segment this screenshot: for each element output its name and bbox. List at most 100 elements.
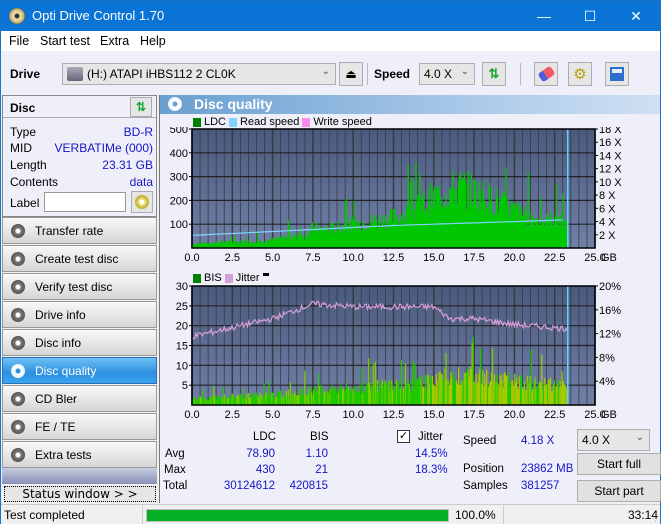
ldc-max-value: 430 (255, 464, 275, 476)
disc-gear-icon (11, 335, 25, 350)
ldc-total-value: 30124612 (223, 480, 275, 492)
nav-verify-test-disc[interactable]: Verify test disc (2, 273, 157, 300)
x-tick-label: 5.0 (265, 252, 280, 262)
nav-drive-info[interactable]: Drive info (2, 301, 157, 328)
y-tick-label: 300 (170, 172, 188, 184)
nav-transfer-rate[interactable]: Transfer rate (2, 217, 157, 244)
menu-help[interactable]: Help (140, 34, 166, 48)
x-tick-label: 17.5 (463, 252, 484, 262)
jitter-label: Jitter (418, 431, 443, 443)
disc-label-button[interactable] (131, 191, 153, 213)
x-tick-label: 5.0 (265, 409, 280, 421)
app-disc-icon (9, 8, 25, 24)
menu-extra[interactable]: Extra (100, 34, 129, 48)
jitter-checkbox[interactable]: ✓ (397, 430, 410, 443)
speed-label: Speed (463, 435, 497, 447)
y2-tick-label: 6 X (599, 203, 616, 215)
disc-contents-label: Contents (10, 175, 59, 189)
start-part-button[interactable]: Start part (577, 480, 661, 502)
nav-label: Drive info (35, 307, 86, 322)
jitter-avg-value: 14.5% (415, 448, 448, 460)
speed-label: Speed (374, 67, 411, 81)
y-tick-label: 15 (176, 341, 188, 353)
minimize-button[interactable]: — (521, 1, 567, 31)
ldc-legend-swatch (193, 117, 201, 127)
chevron-down-icon: ⌄ (321, 66, 330, 77)
bis-column-header: BIS (310, 431, 329, 443)
menu-file[interactable]: File (9, 34, 29, 48)
floppy-save-icon (610, 67, 624, 81)
test-speed-select[interactable]: 4.0 X ⌄ (577, 429, 650, 451)
nav-label: Disc quality (35, 363, 97, 378)
maximize-button[interactable]: ☐ (567, 1, 613, 31)
disc-gear-icon (11, 251, 25, 266)
x-tick-label: 0.0 (184, 252, 199, 262)
bis-jitter-chart: 30 25 20 15 10 5 20% 16% 12% 8% 4% 0.0 2.5 5.0 7.5 10.0… (176, 282, 621, 421)
speed-select[interactable]: 4.0 X ⌄ (419, 63, 475, 85)
nav-disc-quality[interactable]: Disc quality (2, 357, 157, 384)
refresh-button[interactable]: ⇅ (482, 62, 506, 86)
y2-tick-label: 20% (599, 282, 621, 293)
disc-type-value: BD-R (123, 125, 153, 139)
disc-gear-icon (11, 419, 25, 434)
disc-gear-icon (11, 307, 25, 322)
max-label: Max (164, 464, 186, 476)
chevron-down-icon: ⌄ (635, 432, 644, 443)
disc-mid-label: MID (10, 141, 32, 155)
disc-gear-icon (11, 223, 25, 238)
y-tick-label: 400 (170, 148, 188, 160)
x-tick-label: 12.5 (383, 252, 404, 262)
y-tick-label: 500 (170, 127, 188, 136)
disc-label-label: Label (10, 196, 40, 210)
close-button[interactable]: ✕ (613, 1, 659, 31)
menu-start-test[interactable]: Start test (40, 34, 90, 48)
bis-total-value: 420815 (289, 480, 328, 492)
nav-cd-bler[interactable]: CD Bler (2, 385, 157, 412)
disc-label-input[interactable] (44, 192, 126, 212)
disc-gear-icon (11, 447, 25, 462)
toolbar: Drive (H:) ATAPI iHBS112 2 CL0K ⌄ ⏏ Spee… (1, 51, 660, 95)
status-window-button[interactable]: Status window > > (4, 486, 156, 502)
x-tick-label: 20.0 (504, 252, 525, 262)
y2-tick-label: 8 X (599, 190, 616, 202)
drive-select[interactable]: (H:) ATAPI iHBS112 2 CL0K ⌄ (62, 63, 336, 85)
disc-header-label: Disc (10, 101, 36, 115)
ldc-avg-value: 78.90 (246, 448, 275, 460)
y-tick-label: 200 (170, 195, 188, 207)
status-text: Test completed (4, 508, 85, 522)
test-speed-select-value: 4.0 X (582, 433, 611, 447)
nav-extra-tests[interactable]: Extra tests (2, 441, 157, 468)
app-window: Opti Drive Control 1.70 — ☐ ✕ File Start… (0, 0, 661, 524)
y-tick-label: 30 (176, 282, 188, 293)
disc-quality-icon (168, 97, 182, 111)
nav-create-test-disc[interactable]: Create test disc (2, 245, 157, 272)
y-tick-label: 20 (176, 321, 188, 333)
y2-tick-label: 16 X (599, 137, 622, 149)
x-tick-label: 15.0 (423, 252, 444, 262)
status-divider (142, 505, 143, 524)
eject-button[interactable]: ⏏ (339, 62, 363, 86)
y-tick-label: 25 (176, 301, 188, 313)
write-speed-legend-swatch (302, 117, 311, 127)
settings-button[interactable]: ⚙ (568, 62, 592, 86)
disc-type-row: Type BD-R (10, 125, 153, 141)
read-speed-legend-swatch (229, 117, 238, 127)
nav-label: Disc info (35, 335, 82, 350)
start-full-button[interactable]: Start full (577, 453, 661, 475)
drive-label: Drive (10, 67, 41, 81)
jitter-max-value: 18.3% (415, 464, 448, 476)
disc-refresh-button[interactable]: ⇅ (130, 97, 152, 117)
nav-disc-info[interactable]: Disc info (2, 329, 157, 356)
status-bar: Test completed 100.0% 33:14 ⋱ (1, 504, 660, 524)
refresh-arrows-icon: ⇅ (488, 66, 500, 81)
save-button[interactable] (605, 62, 629, 86)
disc-contents-row: Contents data (10, 175, 153, 191)
progress-bar (146, 509, 449, 522)
nav-fe-te[interactable]: FE / TE (2, 413, 157, 440)
eject-icon: ⏏ (345, 67, 357, 81)
speed-value: 4.18 X (521, 435, 555, 447)
erase-button[interactable] (534, 62, 558, 86)
resize-grip-icon[interactable]: ⋱ (649, 514, 657, 523)
avg-label: Avg (165, 448, 185, 460)
x-tick-label: 2.5 (225, 252, 240, 262)
